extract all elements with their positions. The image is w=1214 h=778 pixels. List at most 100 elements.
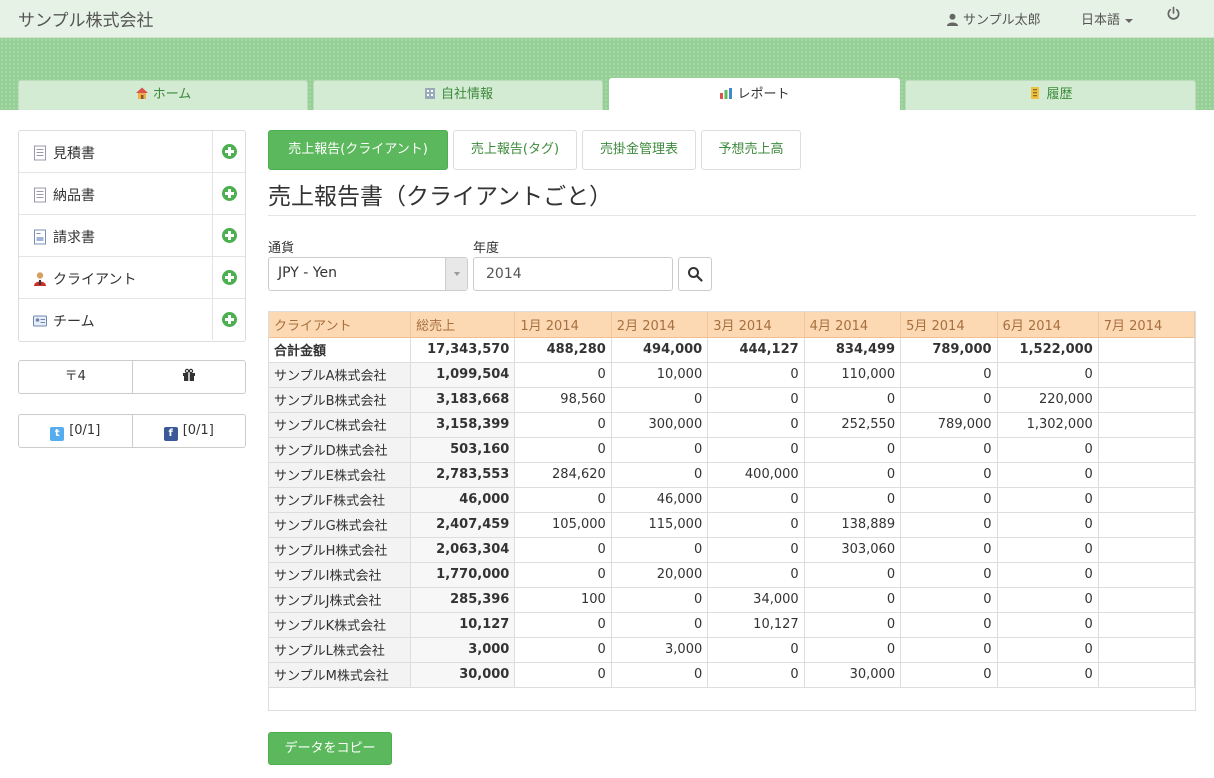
column-header[interactable]: 3月 2014 bbox=[707, 312, 805, 338]
currency-value: JPY - Yen bbox=[278, 265, 337, 281]
column-header[interactable]: クライアント bbox=[269, 312, 412, 338]
person-icon bbox=[34, 272, 46, 286]
column-header[interactable]: 7月 2014 bbox=[1098, 312, 1195, 338]
column-header[interactable]: 総売上 bbox=[410, 312, 516, 338]
year-input[interactable] bbox=[473, 257, 673, 291]
column-header[interactable]: 2月 2014 bbox=[611, 312, 709, 338]
sidebar-item-label: 請求書 bbox=[53, 230, 95, 246]
tab-sales-by-client[interactable]: 売上報告(クライアント) bbox=[268, 130, 448, 170]
month-sales-cell: 0 bbox=[611, 537, 709, 563]
tab-forecast-sales[interactable]: 予想売上高 bbox=[701, 130, 801, 170]
month-sales-cell: 0 bbox=[900, 612, 998, 638]
sidebar-item-team[interactable]: チーム bbox=[19, 299, 245, 341]
language-menu[interactable]: 日本語 bbox=[1081, 9, 1134, 28]
total-sales-cell: 3,000 bbox=[410, 637, 516, 663]
gift-button[interactable] bbox=[131, 361, 246, 393]
add-estimate-button[interactable] bbox=[212, 131, 245, 172]
document-icon bbox=[34, 187, 46, 203]
tab-home[interactable]: ホーム bbox=[18, 80, 308, 110]
total-sales-cell: 10,127 bbox=[410, 612, 516, 638]
month-sales-cell: 0 bbox=[611, 462, 709, 488]
month-sales-cell: 220,000 bbox=[997, 387, 1099, 413]
month-sales-cell: 0 bbox=[514, 362, 612, 388]
sidebar-item-client[interactable]: クライアント bbox=[19, 257, 245, 299]
month-sales-cell: 0 bbox=[514, 487, 612, 513]
twitter-count: [0/1] bbox=[69, 423, 101, 438]
column-header[interactable]: 5月 2014 bbox=[900, 312, 998, 338]
plus-circle-icon bbox=[222, 228, 237, 243]
facebook-count: [0/1] bbox=[182, 423, 214, 438]
sidebar-item-delivery[interactable]: 納品書 bbox=[19, 173, 245, 215]
table-row: サンプルI株式会社 1,770,000 0 20,000 0 0 0 0 bbox=[269, 562, 1195, 588]
month-sales-cell: 0 bbox=[997, 637, 1099, 663]
postal-button[interactable]: 〒4 bbox=[19, 361, 132, 393]
total-sales-cell: 3,158,399 bbox=[410, 412, 516, 438]
month-sales-cell: 0 bbox=[611, 587, 709, 613]
copy-data-button[interactable]: データをコピー bbox=[268, 732, 392, 765]
month-sales-cell: 0 bbox=[900, 587, 998, 613]
twitter-button[interactable]: t [0/1] bbox=[19, 415, 132, 447]
table-row: サンプルF株式会社 46,000 0 46,000 0 0 0 0 bbox=[269, 487, 1195, 513]
month-sales-cell: 0 bbox=[514, 562, 612, 588]
search-button[interactable] bbox=[678, 257, 712, 291]
search-icon bbox=[688, 267, 703, 282]
column-header[interactable]: 1月 2014 bbox=[514, 312, 612, 338]
tab-receivables[interactable]: 売掛金管理表 bbox=[582, 130, 696, 170]
user-menu[interactable]: サンプル太郎 bbox=[946, 9, 1041, 28]
month-sales-cell: 46,000 bbox=[611, 487, 709, 513]
month-sales-cell: 0 bbox=[900, 437, 998, 463]
month-sales-cell: 0 bbox=[804, 612, 902, 638]
month-sales-cell: 1,522,000 bbox=[997, 337, 1099, 363]
month-sales-cell: 0 bbox=[900, 562, 998, 588]
currency-select[interactable]: JPY - Yen bbox=[268, 257, 468, 291]
sidebar-item-invoice[interactable]: 請求書 bbox=[19, 215, 245, 257]
column-header[interactable]: 4月 2014 bbox=[804, 312, 902, 338]
add-delivery-button[interactable] bbox=[212, 173, 245, 214]
logout-button[interactable] bbox=[1166, 6, 1181, 25]
month-sales-cell: 0 bbox=[514, 412, 612, 438]
month-sales-cell bbox=[1098, 562, 1195, 588]
month-sales-cell bbox=[1098, 337, 1195, 363]
month-sales-cell: 0 bbox=[514, 537, 612, 563]
sidebar-item-label: クライアント bbox=[53, 272, 137, 288]
sidebar-item-label: 見積書 bbox=[53, 146, 95, 162]
month-sales-cell: 0 bbox=[997, 587, 1099, 613]
facebook-button[interactable]: f [0/1] bbox=[131, 415, 246, 447]
month-sales-cell bbox=[1098, 612, 1195, 638]
add-team-button[interactable] bbox=[212, 299, 245, 340]
tab-company-info[interactable]: 自社情報 bbox=[313, 80, 603, 110]
add-invoice-button[interactable] bbox=[212, 215, 245, 256]
month-sales-cell: 0 bbox=[997, 662, 1099, 688]
table-row: サンプルA株式会社 1,099,504 0 10,000 0 110,000 0 0 bbox=[269, 362, 1195, 388]
brand-title[interactable]: サンプル株式会社 bbox=[18, 6, 154, 31]
month-sales-cell: 0 bbox=[707, 362, 805, 388]
month-sales-cell: 0 bbox=[997, 362, 1099, 388]
add-client-button[interactable] bbox=[212, 257, 245, 298]
month-sales-cell bbox=[1098, 512, 1195, 538]
month-sales-cell: 0 bbox=[707, 637, 805, 663]
month-sales-cell: 0 bbox=[804, 587, 902, 613]
table-body: 合計金額 17,343,570 488,280 494,000 444,127 834,4… bbox=[269, 337, 1195, 688]
tab-history[interactable]: 履歴 bbox=[905, 80, 1196, 110]
table-header-row: クライアント 総売上 1月 2014 2月 2014 3月 2014 4月 20… bbox=[269, 312, 1195, 338]
power-icon bbox=[1167, 6, 1180, 20]
month-sales-cell: 0 bbox=[900, 487, 998, 513]
client-name-cell: サンプルB株式会社 bbox=[269, 387, 412, 413]
month-sales-cell: 252,550 bbox=[804, 412, 902, 438]
plus-circle-icon bbox=[222, 270, 237, 285]
total-sales-cell: 503,160 bbox=[410, 437, 516, 463]
month-sales-cell: 0 bbox=[707, 437, 805, 463]
tab-report[interactable]: レポート bbox=[609, 78, 900, 110]
home-icon bbox=[135, 87, 148, 99]
month-sales-cell: 789,000 bbox=[900, 412, 998, 438]
month-sales-cell: 0 bbox=[900, 662, 998, 688]
sidebar-item-estimate[interactable]: 見積書 bbox=[19, 131, 245, 173]
chevron-down-icon bbox=[445, 258, 467, 290]
page-title: 売上報告書（クライアントごと） bbox=[268, 184, 613, 210]
total-sales-cell: 17,343,570 bbox=[410, 337, 516, 363]
column-header[interactable]: 6月 2014 bbox=[997, 312, 1099, 338]
tab-sales-by-tag[interactable]: 売上報告(タグ) bbox=[453, 130, 577, 170]
sales-table-container[interactable]: クライアント 総売上 1月 2014 2月 2014 3月 2014 4月 20… bbox=[268, 311, 1196, 711]
sidebar-item-label: 納品書 bbox=[53, 188, 95, 204]
month-sales-cell: 0 bbox=[900, 462, 998, 488]
